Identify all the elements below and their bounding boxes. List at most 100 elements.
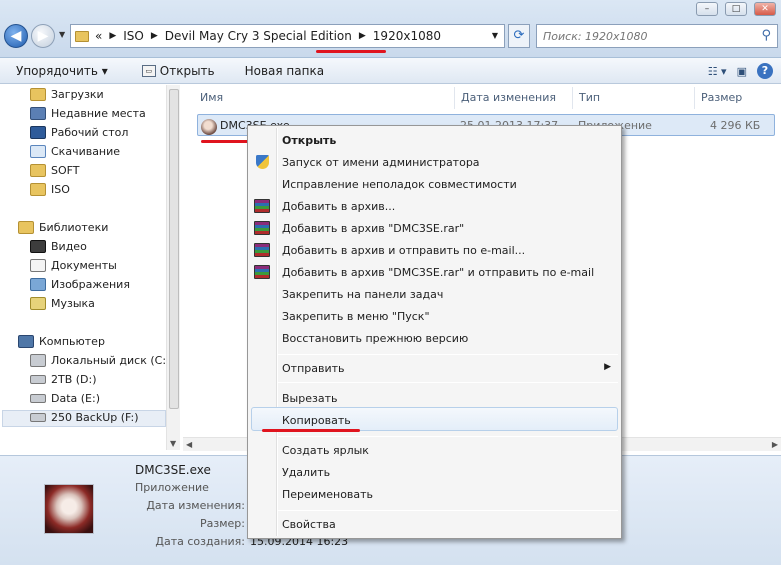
sidebar-item-drive-d[interactable]: 2TB (D:) (30, 373, 97, 386)
winrar-icon (254, 199, 270, 213)
drive-icon (30, 413, 46, 422)
sidebar-scrollbar[interactable]: ▼ (166, 85, 180, 450)
address-bar[interactable]: « ▶ ISO ▶ Devil May Cry 3 Special Editio… (70, 24, 505, 48)
help-icon[interactable]: ? (757, 63, 773, 79)
menu-item-add-to-rar[interactable]: Добавить в архив "DMC3SE.rar" (282, 222, 464, 235)
menu-item-restore-previous[interactable]: Восстановить прежнюю версию (282, 332, 468, 345)
sidebar-item-label: Документы (51, 259, 117, 272)
downloads-folder-icon (30, 88, 46, 101)
details-modified-label: Дата изменения: (146, 499, 245, 512)
menu-item-delete[interactable]: Удалить (282, 466, 330, 479)
column-header-size[interactable]: Размер (701, 91, 742, 104)
sidebar-item-video[interactable]: Видео (30, 240, 87, 253)
details-filetype: Приложение (135, 481, 209, 494)
search-input[interactable] (537, 25, 747, 47)
sidebar-item-drive-f[interactable]: 250 BackUp (F:) (30, 411, 139, 424)
column-header-type[interactable]: Тип (579, 91, 600, 104)
video-icon (30, 240, 46, 253)
maximize-button[interactable]: □ (725, 2, 747, 16)
sidebar-item-downloads[interactable]: Загрузки (30, 88, 104, 101)
search-box[interactable]: ⚲ (536, 24, 778, 48)
sidebar-item-soft[interactable]: SOFT (30, 164, 80, 177)
column-header-date[interactable]: Дата изменения (461, 91, 556, 104)
new-folder-button[interactable]: Новая папка (223, 64, 332, 78)
sidebar-section-label: Компьютер (39, 335, 105, 348)
drive-icon (30, 394, 46, 403)
menu-item-pin-start[interactable]: Закрепить в меню "Пуск" (282, 310, 430, 323)
close-button[interactable]: ✕ (754, 2, 776, 16)
menu-item-open[interactable]: Открыть (282, 134, 336, 147)
sidebar-item-music[interactable]: Музыка (30, 297, 95, 310)
scroll-left-icon[interactable]: ◀ (186, 440, 192, 449)
open-button[interactable]: ▭ Открыть (116, 64, 223, 78)
context-menu: Открыть Запуск от имени администратора И… (247, 125, 622, 539)
preview-pane-icon[interactable]: ▣ (737, 65, 747, 78)
folder-icon (30, 183, 46, 196)
breadcrumb-separator-icon[interactable]: ▶ (151, 31, 158, 41)
menu-item-run-as-admin[interactable]: Запуск от имени администратора (282, 156, 480, 169)
scroll-right-icon[interactable]: ▶ (772, 440, 778, 449)
column-header-name[interactable]: Имя (200, 91, 223, 104)
menu-item-troubleshoot-compatibility[interactable]: Исправление неполадок совместимости (282, 178, 517, 191)
sidebar-item-label: Загрузки (51, 88, 104, 101)
menu-item-send-to[interactable]: Отправить (282, 362, 345, 375)
sidebar-item-iso[interactable]: ISO (30, 183, 70, 196)
annotation-underline (201, 140, 251, 143)
breadcrumb-game-folder[interactable]: Devil May Cry 3 Special Edition (165, 29, 352, 43)
search-icon[interactable]: ⚲ (761, 28, 771, 43)
breadcrumb-separator-icon[interactable]: ▶ (359, 31, 366, 41)
open-icon: ▭ (141, 64, 156, 77)
column-divider[interactable] (694, 87, 695, 109)
column-divider[interactable] (572, 87, 573, 109)
sidebar-item-downloading[interactable]: Скачивание (30, 145, 120, 158)
sidebar-computer[interactable]: Компьютер (18, 335, 105, 348)
winrar-icon (254, 243, 270, 257)
sidebar-item-pictures[interactable]: Изображения (30, 278, 130, 291)
menu-item-cut[interactable]: Вырезать (282, 392, 337, 405)
breadcrumb-overflow[interactable]: « (95, 29, 102, 43)
drive-icon (30, 375, 46, 384)
desktop-icon (30, 126, 46, 139)
menu-item-rename[interactable]: Переименовать (282, 488, 373, 501)
minimize-button[interactable]: – (696, 2, 718, 16)
organize-button[interactable]: Упорядочить ▾ (0, 64, 116, 78)
sidebar-item-label: Скачивание (51, 145, 121, 158)
view-options-icon[interactable]: ☷ ▾ (708, 65, 727, 78)
back-button[interactable]: ◀ (4, 24, 28, 48)
sidebar-item-drive-c[interactable]: Локальный диск (C:) (30, 354, 170, 367)
documents-icon (30, 259, 46, 272)
recent-pages-dropdown[interactable]: ▼ (59, 30, 65, 39)
breadcrumb-iso[interactable]: ISO (123, 29, 144, 43)
sidebar-item-documents[interactable]: Документы (30, 259, 117, 272)
sidebar-item-label: Видео (51, 240, 87, 253)
winrar-icon (254, 265, 270, 279)
menu-separator (278, 436, 618, 437)
scroll-down-icon[interactable]: ▼ (170, 439, 176, 448)
menu-item-add-to-archive[interactable]: Добавить в архив... (282, 200, 395, 213)
sidebar-item-drive-e[interactable]: Data (E:) (30, 392, 100, 405)
sidebar-item-desktop[interactable]: Рабочий стол (30, 126, 128, 139)
sidebar-item-label: 2TB (D:) (51, 373, 97, 386)
refresh-button[interactable]: ⟳ (508, 24, 530, 48)
menu-item-archive-and-email[interactable]: Добавить в архив и отправить по e-mail..… (282, 244, 525, 257)
sidebar-libraries[interactable]: Библиотеки (18, 221, 108, 234)
libraries-icon (18, 221, 34, 234)
menu-item-copy[interactable]: Копировать (282, 414, 351, 427)
menu-item-properties[interactable]: Свойства (282, 518, 336, 531)
scrollbar-thumb[interactable] (169, 89, 179, 409)
address-dropdown-icon[interactable]: ▼ (492, 31, 498, 40)
breadcrumb-separator-icon[interactable]: ▶ (109, 31, 116, 41)
breadcrumb-current-folder[interactable]: 1920x1080 (373, 29, 441, 43)
sidebar-item-recent-places[interactable]: Недавние места (30, 107, 146, 120)
column-divider[interactable] (454, 87, 455, 109)
sidebar-item-label: Изображения (51, 278, 130, 291)
submenu-arrow-icon: ▶ (604, 362, 611, 372)
menu-item-create-shortcut[interactable]: Создать ярлык (282, 444, 369, 457)
sidebar-item-label: Локальный диск (C:) (51, 354, 171, 367)
forward-button[interactable]: ▶ (31, 24, 55, 48)
menu-item-pin-taskbar[interactable]: Закрепить на панели задач (282, 288, 443, 301)
new-folder-label: Новая папка (244, 63, 325, 78)
details-filename: DMC3SE.exe (135, 463, 211, 477)
window-top-bar: – □ ✕ ◀ ▶ ▼ « ▶ ISO ▶ Devil May Cry 3 Sp… (0, 0, 781, 58)
menu-item-rar-and-email[interactable]: Добавить в архив "DMC3SE.rar" и отправит… (282, 266, 594, 279)
